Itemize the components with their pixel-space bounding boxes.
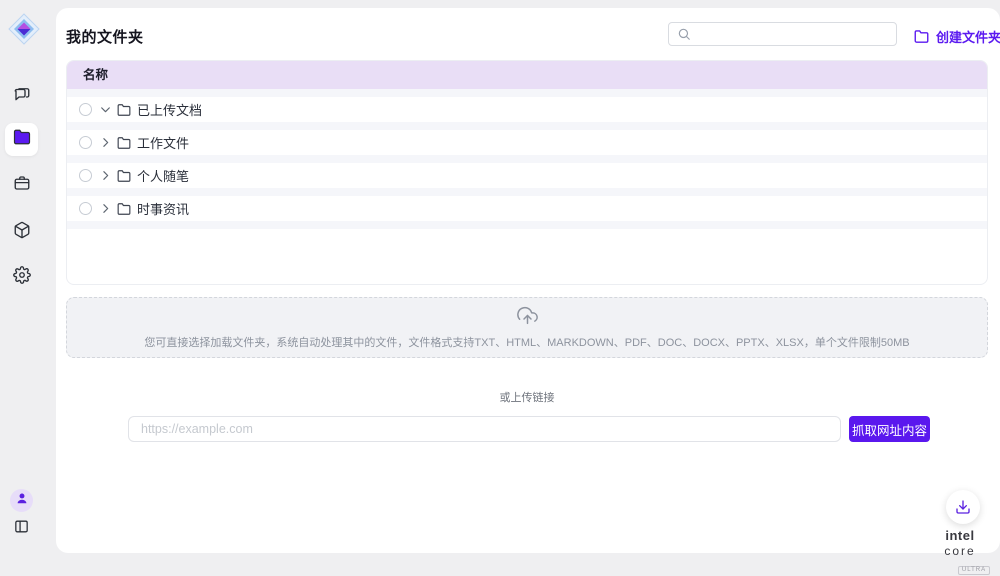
intel-text: intel — [945, 528, 974, 543]
folder-name: 时事资讯 — [137, 199, 189, 218]
search-box[interactable] — [668, 22, 897, 46]
table-row[interactable]: 工作文件 — [67, 122, 987, 155]
row-separator — [67, 221, 987, 229]
intel-core-logo: intel core ULTRA — [928, 528, 992, 576]
chevron-right-icon[interactable] — [98, 202, 112, 216]
page-title: 我的文件夹 — [66, 26, 144, 47]
app-logo — [7, 12, 41, 46]
create-folder-button[interactable]: 创建文件夹 — [914, 27, 1000, 46]
folder-icon — [117, 202, 131, 216]
row-checkbox[interactable] — [79, 169, 92, 182]
table-row[interactable]: 已上传文档 — [67, 89, 987, 122]
row-checkbox[interactable] — [79, 103, 92, 116]
collapse-sidebar-button[interactable] — [11, 518, 32, 539]
cube-icon — [13, 221, 31, 244]
table-row[interactable]: 个人随笔 — [67, 155, 987, 188]
download-icon — [955, 499, 971, 515]
briefcase-icon — [13, 174, 31, 197]
folder-icon — [117, 169, 131, 183]
collapse-panel-icon — [13, 518, 30, 540]
table-column-header: 名称 — [67, 61, 987, 89]
chat-icon — [13, 85, 31, 108]
folder-name: 个人随笔 — [137, 166, 189, 185]
folder-table: 名称 已上传文档 工作文 — [66, 60, 988, 285]
download-fab-button[interactable] — [946, 490, 980, 524]
user-avatar-icon — [15, 491, 29, 510]
chevron-down-icon[interactable] — [98, 103, 112, 117]
table-row[interactable]: 时事资讯 — [67, 188, 987, 221]
upload-dropzone[interactable]: 您可直接选择加载文件夹，系统自动处理其中的文件，文件格式支持TXT、HTML、M… — [66, 297, 988, 358]
sidebar-item-models[interactable] — [5, 216, 38, 249]
sidebar-item-folders[interactable] — [5, 123, 38, 156]
folder-icon — [13, 128, 31, 151]
user-avatar[interactable] — [10, 489, 33, 512]
upload-caption: 您可直接选择加载文件夹，系统自动处理其中的文件，文件格式支持TXT、HTML、M… — [67, 334, 987, 350]
create-folder-label: 创建文件夹 — [936, 27, 1000, 46]
fetch-url-button[interactable]: 抓取网址内容 — [849, 416, 930, 442]
link-upload-label: 或上传链接 — [66, 389, 988, 405]
sidebar-item-chat[interactable] — [5, 80, 38, 113]
folder-icon — [117, 103, 131, 117]
chevron-right-icon[interactable] — [98, 136, 112, 150]
main-panel: 我的文件夹 创建文件夹 名称 — [56, 8, 1000, 553]
folder-name: 工作文件 — [137, 133, 189, 152]
core-text: core — [944, 544, 975, 558]
search-input[interactable] — [697, 24, 896, 44]
sidebar-item-settings[interactable] — [5, 261, 38, 294]
row-checkbox[interactable] — [79, 202, 92, 215]
url-input[interactable] — [128, 416, 841, 442]
search-icon — [677, 27, 691, 41]
folder-plus-icon — [914, 29, 929, 44]
gear-icon — [13, 266, 31, 289]
chevron-right-icon[interactable] — [98, 169, 112, 183]
sidebar — [0, 0, 56, 563]
folder-icon — [117, 136, 131, 150]
ultra-badge: ULTRA — [958, 566, 990, 575]
row-checkbox[interactable] — [79, 136, 92, 149]
folder-name: 已上传文档 — [137, 100, 202, 119]
cloud-upload-icon — [67, 305, 987, 331]
sidebar-item-toolbox[interactable] — [5, 169, 38, 202]
